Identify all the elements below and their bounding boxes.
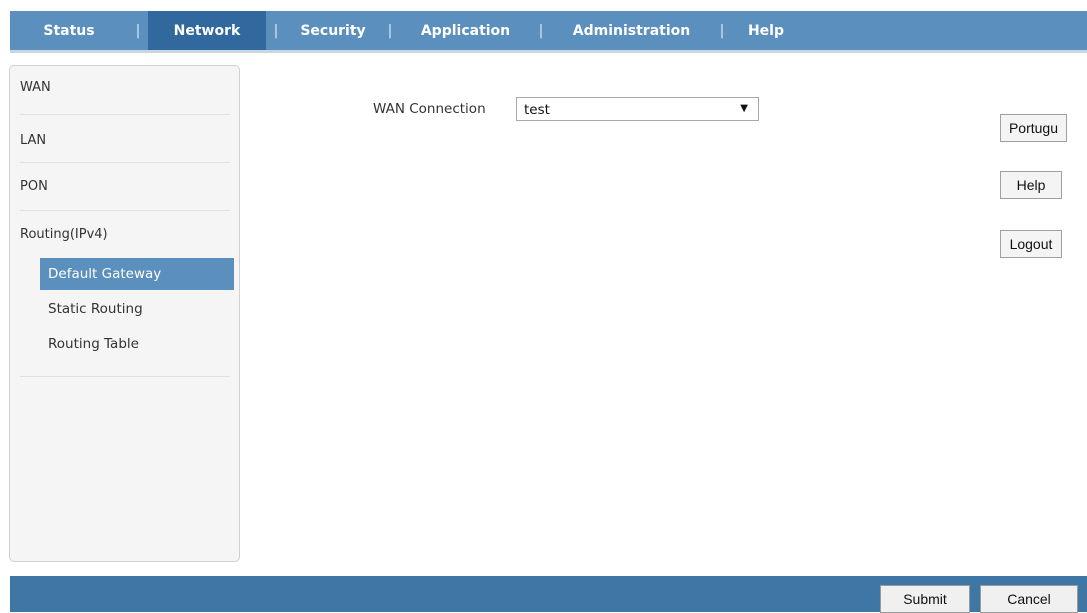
help-button[interactable]: Help <box>1000 171 1062 199</box>
tab-administration[interactable]: Administration <box>551 11 712 50</box>
tab-network[interactable]: Network <box>148 11 266 50</box>
submit-button[interactable]: Submit <box>880 585 970 613</box>
sidebar-item-lan[interactable]: LAN <box>20 133 230 148</box>
menu-divider <box>20 376 230 377</box>
tab-help[interactable]: Help <box>732 11 800 50</box>
sidebar-item-routing-ipv4[interactable]: Routing(IPv4) <box>20 227 230 242</box>
nav-separator: | <box>387 22 393 39</box>
cancel-button[interactable]: Cancel <box>980 585 1078 613</box>
tab-status[interactable]: Status <box>10 11 128 50</box>
tab-application[interactable]: Application <box>400 11 531 50</box>
sidebar-item-pon[interactable]: PON <box>20 179 230 194</box>
nav-separator: | <box>538 22 544 39</box>
logout-button[interactable]: Logout <box>1000 230 1062 258</box>
menu-divider <box>20 210 230 211</box>
language-button[interactable]: Portugu <box>1000 114 1067 142</box>
wan-connection-label: WAN Connection <box>373 101 486 117</box>
wan-connection-value: test <box>524 102 550 118</box>
tab-security[interactable]: Security <box>286 11 380 50</box>
nav-separator: | <box>135 22 141 39</box>
top-navigation: Status | Network | Security | Applicatio… <box>10 11 1087 53</box>
sidebar-item-wan[interactable]: WAN <box>20 80 230 95</box>
wan-connection-select[interactable]: test ▼ <box>516 97 759 121</box>
nav-separator: | <box>719 22 725 39</box>
submenu-item-static-routing[interactable]: Static Routing <box>40 293 234 325</box>
nav-separator: | <box>273 22 279 39</box>
triangle-down-icon: ▼ <box>740 103 748 114</box>
submenu-item-routing-table[interactable]: Routing Table <box>40 328 234 360</box>
menu-divider <box>20 162 230 163</box>
menu-divider <box>20 114 230 115</box>
submenu-item-default-gateway[interactable]: Default Gateway <box>40 258 234 290</box>
